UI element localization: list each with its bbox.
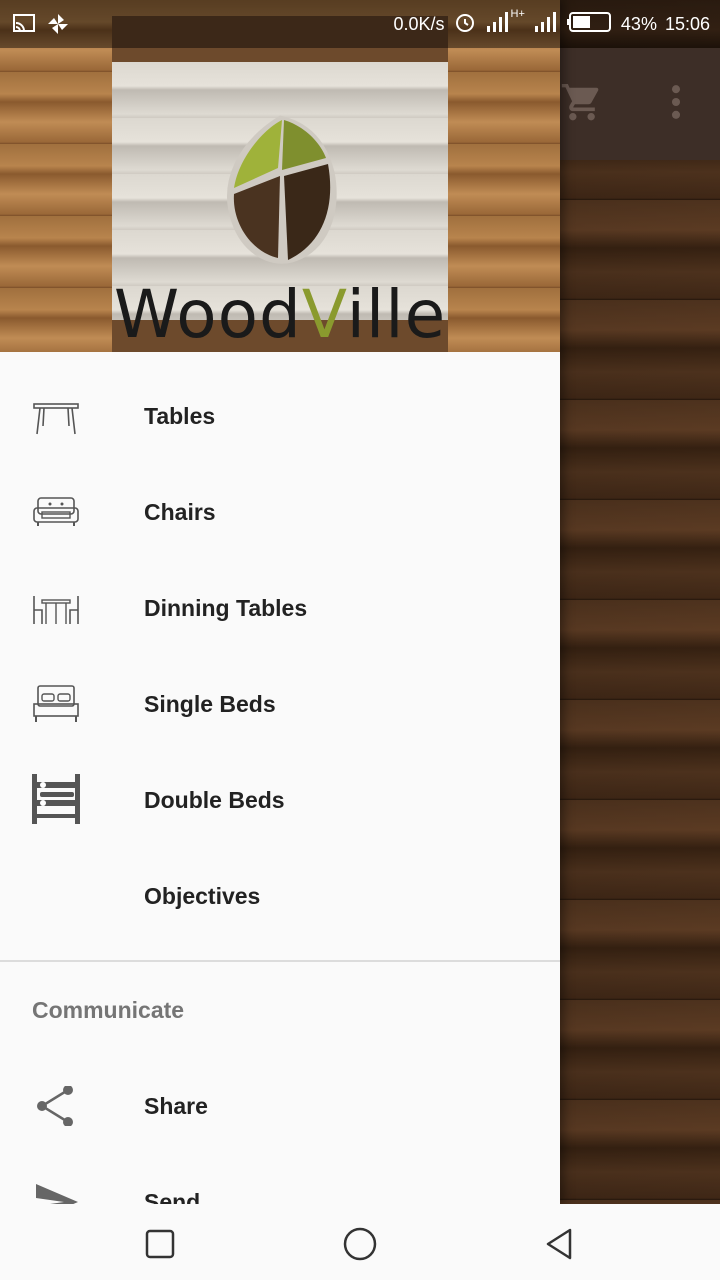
menu-item-label: Double Beds bbox=[144, 787, 285, 813]
table-icon bbox=[32, 396, 80, 436]
pinwheel-icon bbox=[46, 12, 70, 41]
send-icon bbox=[32, 1182, 80, 1204]
signal-icon bbox=[533, 10, 559, 39]
logo-board: WoodVille bbox=[112, 16, 448, 353]
menu-item-send[interactable]: Send bbox=[0, 1154, 560, 1204]
section-title-communicate: Communicate bbox=[32, 997, 185, 1023]
menu-item-single-beds[interactable]: Single Beds bbox=[0, 656, 560, 752]
recents-icon[interactable] bbox=[142, 1226, 178, 1267]
leaf-logo-icon bbox=[218, 112, 342, 277]
signal-icon bbox=[485, 10, 511, 39]
battery-icon bbox=[566, 10, 613, 39]
more-vert-icon[interactable] bbox=[660, 80, 692, 129]
bed-icon bbox=[32, 684, 80, 724]
menu-item-label: Dinning Tables bbox=[144, 595, 308, 621]
dining-table-icon bbox=[32, 588, 80, 628]
menu-item-dining-tables[interactable]: Dinning Tables bbox=[0, 560, 560, 656]
status-bar: 0.0K/s H+ 43% 15:06 bbox=[0, 0, 720, 48]
menu-item-tables[interactable]: Tables bbox=[0, 368, 560, 464]
menu-item-label: Share bbox=[144, 1093, 208, 1119]
menu-item-label: Send bbox=[144, 1189, 201, 1204]
menu-item-label: Single Beds bbox=[144, 691, 276, 717]
battery-percent: 43% bbox=[620, 13, 657, 34]
menu-item-objectives[interactable]: Objectives bbox=[0, 848, 560, 944]
home-icon[interactable] bbox=[340, 1226, 380, 1267]
sofa-icon bbox=[32, 492, 80, 532]
menu-item-chairs[interactable]: Chairs bbox=[0, 464, 560, 560]
menu-item-label: Objectives bbox=[144, 883, 261, 909]
navigation-drawer: WoodVille Tables Chairs Dinning Tables S… bbox=[0, 0, 560, 1204]
drawer-header: WoodVille bbox=[0, 0, 560, 353]
cart-icon[interactable] bbox=[560, 80, 604, 129]
menu-item-double-beds[interactable]: Double Beds bbox=[0, 752, 560, 848]
clock: 15:06 bbox=[664, 13, 710, 34]
menu-item-share[interactable]: Share bbox=[0, 1058, 560, 1154]
menu-item-label: Chairs bbox=[144, 499, 216, 525]
menu-item-label: Tables bbox=[144, 403, 216, 429]
back-icon[interactable] bbox=[540, 1226, 576, 1267]
network-speed: 0.0K/s bbox=[393, 13, 445, 34]
logo-text: WoodVille bbox=[113, 276, 447, 353]
screencast-icon bbox=[12, 12, 36, 41]
alarm-icon bbox=[453, 10, 477, 39]
bunk-bed-icon bbox=[32, 774, 80, 826]
share-icon bbox=[32, 1085, 80, 1127]
drawer-menu: Tables Chairs Dinning Tables Single Beds… bbox=[0, 352, 560, 1204]
system-nav-bar bbox=[0, 1204, 720, 1280]
logo-panel: WoodVille bbox=[112, 62, 448, 353]
network-type: H+ bbox=[510, 8, 525, 20]
